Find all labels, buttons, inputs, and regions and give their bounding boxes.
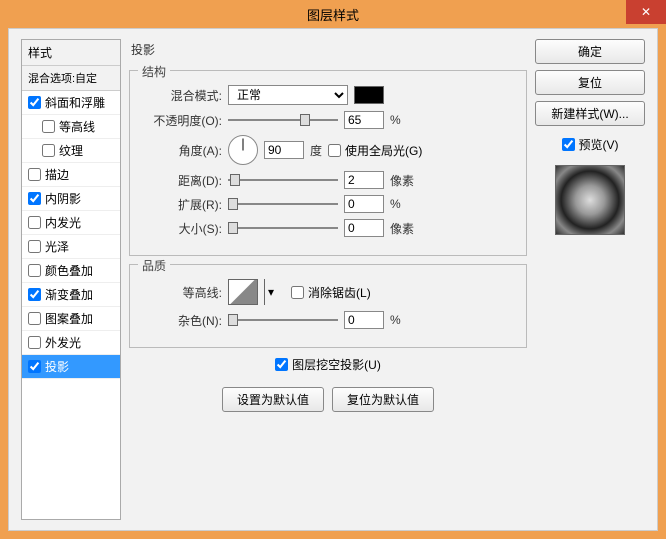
antialias-checkbox[interactable] bbox=[291, 286, 304, 299]
style-item-5[interactable]: 内发光 bbox=[22, 211, 120, 235]
style-item-label: 等高线 bbox=[59, 118, 95, 135]
spread-label: 扩展(R): bbox=[142, 196, 222, 213]
style-item-label: 内发光 bbox=[45, 214, 81, 231]
style-item-6[interactable]: 光泽 bbox=[22, 235, 120, 259]
noise-unit: % bbox=[390, 313, 401, 327]
noise-label: 杂色(N): bbox=[142, 312, 222, 329]
distance-input[interactable] bbox=[344, 171, 384, 189]
quality-legend: 品质 bbox=[138, 257, 170, 274]
blend-mode-select[interactable]: 正常 bbox=[228, 85, 348, 105]
knockout-check[interactable]: 图层挖空投影(U) bbox=[129, 356, 527, 373]
style-item-checkbox[interactable] bbox=[28, 168, 41, 181]
style-item-7[interactable]: 颜色叠加 bbox=[22, 259, 120, 283]
style-item-label: 光泽 bbox=[45, 238, 69, 255]
opacity-unit: % bbox=[390, 113, 401, 127]
set-default-button[interactable]: 设置为默认值 bbox=[222, 387, 324, 412]
style-item-checkbox[interactable] bbox=[28, 192, 41, 205]
style-item-label: 纹理 bbox=[59, 142, 83, 159]
style-item-2[interactable]: 纹理 bbox=[22, 139, 120, 163]
chevron-down-icon[interactable]: ▾ bbox=[264, 279, 277, 305]
distance-unit: 像素 bbox=[390, 172, 414, 189]
styles-list: 样式 混合选项:自定 斜面和浮雕等高线纹理描边内阴影内发光光泽颜色叠加渐变叠加图… bbox=[21, 39, 121, 520]
contour-label: 等高线: bbox=[142, 284, 222, 301]
structure-group: 结构 混合模式: 正常 不透明度(O): % 角度(A): bbox=[129, 70, 527, 256]
cancel-button[interactable]: 复位 bbox=[535, 70, 645, 95]
style-item-checkbox[interactable] bbox=[28, 312, 41, 325]
style-item-checkbox[interactable] bbox=[42, 120, 55, 133]
style-item-0[interactable]: 斜面和浮雕 bbox=[22, 91, 120, 115]
window-title: 图层样式 bbox=[307, 5, 359, 24]
close-icon: ✕ bbox=[641, 5, 651, 19]
section-title: 投影 bbox=[129, 39, 527, 62]
antialias-check[interactable]: 消除锯齿(L) bbox=[291, 284, 371, 301]
distance-label: 距离(D): bbox=[142, 172, 222, 189]
contour-picker[interactable] bbox=[228, 279, 258, 305]
style-item-checkbox[interactable] bbox=[28, 336, 41, 349]
style-item-checkbox[interactable] bbox=[28, 360, 41, 373]
size-label: 大小(S): bbox=[142, 220, 222, 237]
style-item-checkbox[interactable] bbox=[42, 144, 55, 157]
style-item-label: 渐变叠加 bbox=[45, 286, 93, 303]
style-item-1[interactable]: 等高线 bbox=[22, 115, 120, 139]
style-item-label: 投影 bbox=[45, 358, 69, 375]
angle-label: 角度(A): bbox=[142, 142, 222, 159]
angle-dial[interactable] bbox=[228, 135, 258, 165]
style-item-checkbox[interactable] bbox=[28, 216, 41, 229]
styles-subheader[interactable]: 混合选项:自定 bbox=[22, 66, 120, 91]
style-item-checkbox[interactable] bbox=[28, 240, 41, 253]
new-style-button[interactable]: 新建样式(W)... bbox=[535, 101, 645, 126]
style-item-9[interactable]: 图案叠加 bbox=[22, 307, 120, 331]
main-panel: 投影 结构 混合模式: 正常 不透明度(O): % 角度( bbox=[129, 39, 527, 520]
spread-slider[interactable] bbox=[228, 196, 338, 212]
global-light-checkbox[interactable] bbox=[328, 144, 341, 157]
blend-mode-label: 混合模式: bbox=[142, 87, 222, 104]
preview-thumbnail bbox=[555, 165, 625, 235]
angle-unit: 度 bbox=[310, 142, 322, 159]
style-item-checkbox[interactable] bbox=[28, 96, 41, 109]
angle-input[interactable] bbox=[264, 141, 304, 159]
size-input[interactable] bbox=[344, 219, 384, 237]
quality-group: 品质 等高线: ▾ 消除锯齿(L) 杂色(N): % bbox=[129, 264, 527, 348]
spread-input[interactable] bbox=[344, 195, 384, 213]
style-item-3[interactable]: 描边 bbox=[22, 163, 120, 187]
style-item-label: 斜面和浮雕 bbox=[45, 94, 105, 111]
style-item-10[interactable]: 外发光 bbox=[22, 331, 120, 355]
content-area: 样式 混合选项:自定 斜面和浮雕等高线纹理描边内阴影内发光光泽颜色叠加渐变叠加图… bbox=[8, 28, 658, 531]
style-item-label: 图案叠加 bbox=[45, 310, 93, 327]
style-item-label: 描边 bbox=[45, 166, 69, 183]
close-button[interactable]: ✕ bbox=[626, 0, 666, 24]
style-item-11[interactable]: 投影 bbox=[22, 355, 120, 379]
global-light-label: 使用全局光(G) bbox=[345, 142, 422, 159]
opacity-slider[interactable] bbox=[228, 112, 338, 128]
style-item-checkbox[interactable] bbox=[28, 288, 41, 301]
reset-default-button[interactable]: 复位为默认值 bbox=[332, 387, 434, 412]
style-item-4[interactable]: 内阴影 bbox=[22, 187, 120, 211]
structure-legend: 结构 bbox=[138, 63, 170, 80]
style-item-label: 内阴影 bbox=[45, 190, 81, 207]
noise-input[interactable] bbox=[344, 311, 384, 329]
distance-slider[interactable] bbox=[228, 172, 338, 188]
antialias-label: 消除锯齿(L) bbox=[308, 284, 371, 301]
style-item-label: 颜色叠加 bbox=[45, 262, 93, 279]
size-slider[interactable] bbox=[228, 220, 338, 236]
global-light-check[interactable]: 使用全局光(G) bbox=[328, 142, 422, 159]
style-item-label: 外发光 bbox=[45, 334, 81, 351]
ok-button[interactable]: 确定 bbox=[535, 39, 645, 64]
knockout-label: 图层挖空投影(U) bbox=[292, 356, 381, 373]
preview-label: 预览(V) bbox=[579, 136, 619, 153]
size-unit: 像素 bbox=[390, 220, 414, 237]
right-panel: 确定 复位 新建样式(W)... 预览(V) bbox=[535, 39, 645, 520]
knockout-checkbox[interactable] bbox=[275, 358, 288, 371]
style-item-checkbox[interactable] bbox=[28, 264, 41, 277]
opacity-label: 不透明度(O): bbox=[142, 112, 222, 129]
preview-check[interactable]: 预览(V) bbox=[535, 136, 645, 153]
shadow-color-swatch[interactable] bbox=[354, 86, 384, 104]
style-item-8[interactable]: 渐变叠加 bbox=[22, 283, 120, 307]
noise-slider[interactable] bbox=[228, 312, 338, 328]
preview-checkbox[interactable] bbox=[562, 138, 575, 151]
opacity-input[interactable] bbox=[344, 111, 384, 129]
spread-unit: % bbox=[390, 197, 401, 211]
titlebar: 图层样式 ✕ bbox=[0, 0, 666, 28]
styles-header[interactable]: 样式 bbox=[22, 40, 120, 66]
